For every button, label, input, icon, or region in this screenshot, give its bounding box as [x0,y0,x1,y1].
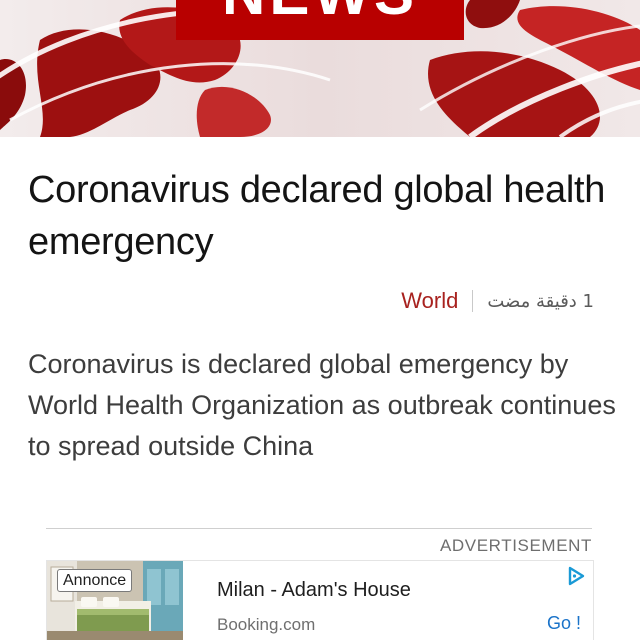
bbc-news-banner: NEWS [0,0,640,137]
ad-go-button[interactable]: Go ! [547,613,581,634]
article-page: NEWS Coronavirus declared global health … [0,0,640,640]
news-logo-text: NEWS [176,0,464,24]
news-logo-box: NEWS [176,0,464,40]
meta-divider [472,290,474,312]
article-meta: World 1 دقيقة مضت [401,286,594,316]
ad-separator [46,528,592,529]
article-headline: Coronavirus declared global health emerg… [28,169,606,263]
ad-title[interactable]: Milan - Adam's House [217,579,411,602]
ad-domain: Booking.com [217,615,316,634]
topic-link[interactable]: World [401,288,458,314]
advertisement-label: ADVERTISEMENT [439,536,592,555]
ad-hotel-room-image[interactable]: Annonce [47,561,183,640]
adchoices-icon[interactable] [565,565,587,587]
annonce-badge: Annonce [57,569,133,592]
article-summary: Coronavirus is declared global emergency… [28,349,616,461]
ad-card[interactable]: Annonce Milan - Adam's House Booking.com… [46,560,594,640]
timestamp: 1 دقيقة مضت [487,290,594,312]
